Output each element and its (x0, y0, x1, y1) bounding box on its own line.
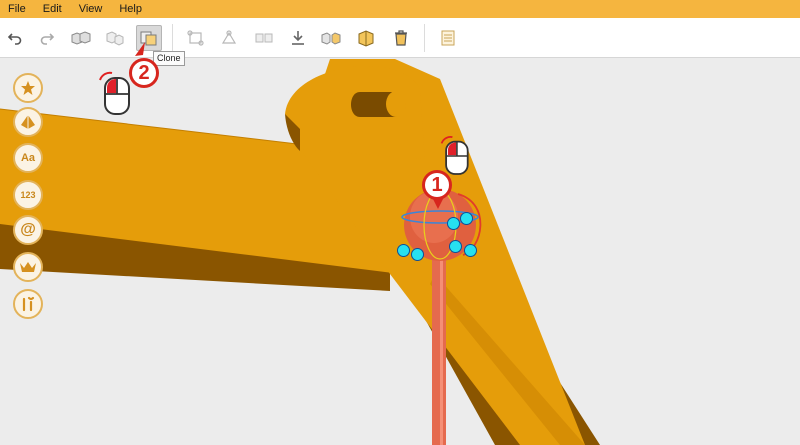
redo-icon (40, 33, 55, 45)
align-button[interactable] (183, 25, 209, 51)
pyramid-icon (21, 115, 35, 129)
undo-icon (7, 33, 22, 45)
text-tool-button[interactable]: Aa (13, 143, 43, 173)
number-tool-label: 123 (20, 190, 36, 200)
toolbar (0, 18, 800, 58)
gizmo-handle[interactable] (447, 217, 460, 230)
callout-pointer (432, 197, 444, 209)
gizmo-handle[interactable] (464, 244, 477, 257)
ungroup-icon (106, 31, 124, 46)
premium-tool-button[interactable] (13, 252, 43, 282)
menu-file[interactable]: File (8, 3, 26, 15)
group-cubes-icon (71, 31, 91, 45)
menu-view[interactable]: View (79, 3, 103, 15)
menu-bar: File Edit View Help (0, 0, 800, 18)
symbol-tool-button[interactable]: @ (13, 215, 43, 245)
split-icon (321, 32, 341, 45)
boolean-button[interactable] (353, 25, 379, 51)
gizmo-handle[interactable] (397, 244, 410, 257)
number-tool-button[interactable]: 123 (13, 180, 43, 210)
favorites-tool-button[interactable] (13, 73, 43, 103)
document-button[interactable] (435, 25, 461, 51)
text-tool-label: Aa (20, 152, 36, 164)
gizmo-handle[interactable] (411, 248, 424, 261)
trash-icon (395, 30, 407, 46)
drop-to-floor-button[interactable] (285, 25, 311, 51)
distribute-button[interactable] (216, 25, 242, 51)
wrench-screwdriver-icon (22, 296, 35, 312)
callout-pointer (135, 42, 145, 56)
menu-edit[interactable]: Edit (43, 3, 62, 15)
download-icon (292, 31, 304, 45)
undo-button[interactable] (2, 25, 28, 51)
menu-help[interactable]: Help (119, 3, 142, 15)
boolean-cube-icon (358, 30, 374, 47)
align-icon (187, 30, 204, 46)
mirror-button[interactable] (251, 25, 277, 51)
redo-button[interactable] (34, 25, 60, 51)
crown-icon (20, 262, 36, 272)
tools-button[interactable] (13, 289, 43, 319)
delete-button[interactable] (388, 25, 414, 51)
group-button[interactable] (68, 25, 94, 51)
step-1-label: 1 (431, 173, 443, 196)
rod (432, 245, 446, 445)
gizmo-handle[interactable] (460, 212, 473, 225)
toolbar-separator (424, 24, 425, 52)
shapes-tool-button[interactable] (13, 107, 43, 137)
toolbar-separator (172, 24, 173, 52)
step-2-label: 2 (138, 61, 150, 84)
star-icon (21, 81, 35, 95)
gizmo-handle[interactable] (449, 240, 462, 253)
mirror-icon (255, 33, 273, 43)
distribute-icon (221, 30, 237, 44)
step-2-badge: 2 (129, 58, 159, 88)
split-button[interactable] (318, 25, 344, 51)
document-icon (441, 30, 455, 46)
ungroup-button[interactable] (102, 25, 128, 51)
symbol-tool-label: @ (20, 221, 36, 238)
